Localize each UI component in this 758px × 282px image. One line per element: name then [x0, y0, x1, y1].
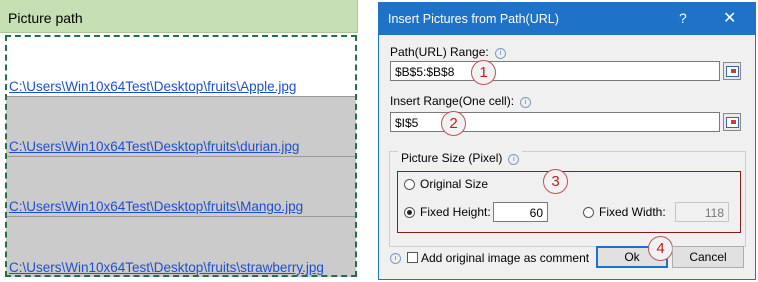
step-badge-1: 1 — [471, 60, 496, 85]
insert-range-label-text: Insert Range(One cell): — [390, 94, 515, 108]
range-select-icon[interactable] — [723, 113, 741, 131]
table-row[interactable]: C:\Users\Win10x64Test\Desktop\fruits\App… — [6, 35, 356, 97]
cancel-button[interactable]: Cancel — [672, 246, 744, 268]
column-header-label: Picture path — [8, 10, 83, 26]
picture-size-title-text: Picture Size (Pixel) — [401, 151, 503, 165]
fixed-width-input[interactable]: 118 — [675, 202, 729, 222]
range-select-icon[interactable] — [723, 62, 741, 80]
fixed-height-input[interactable]: 60 — [493, 202, 548, 222]
fixed-width-radio[interactable] — [583, 207, 594, 218]
path-range-input[interactable]: $B$5:$B$8 — [390, 61, 720, 81]
insert-pictures-dialog: Insert Pictures from Path(URL) ? ✕ Path(… — [378, 2, 756, 280]
table-row[interactable]: C:\Users\Win10x64Test\Desktop\fruits\dur… — [6, 97, 356, 157]
path-range-value: $B$5:$B$8 — [395, 65, 455, 79]
original-size-label: Original Size — [420, 177, 489, 191]
table-row[interactable]: C:\Users\Win10x64Test\Desktop\fruits\str… — [6, 217, 356, 277]
info-icon[interactable]: i — [508, 154, 520, 165]
close-button[interactable]: ✕ — [723, 8, 736, 28]
insert-range-input[interactable]: $I$5 — [390, 112, 720, 132]
picture-path-link[interactable]: C:\Users\Win10x64Test\Desktop\fruits\dur… — [9, 139, 299, 154]
fixed-height-label: Fixed Height: — [420, 205, 491, 219]
insert-range-value: $I$5 — [395, 116, 419, 130]
add-comment-checkbox[interactable] — [407, 252, 418, 263]
path-range-label: Path(URL) Range: i — [390, 45, 506, 59]
add-comment-label: Add original image as comment — [421, 251, 590, 265]
step-badge-4: 4 — [648, 236, 673, 261]
picture-path-link[interactable]: C:\Users\Win10x64Test\Desktop\fruits\Man… — [9, 199, 303, 214]
fixed-width-value: 118 — [704, 206, 724, 220]
help-button[interactable]: ? — [679, 10, 687, 26]
picture-path-link[interactable]: C:\Users\Win10x64Test\Desktop\fruits\str… — [9, 260, 324, 275]
fixed-width-label: Fixed Width: — [599, 205, 666, 219]
step-badge-2: 2 — [441, 111, 466, 136]
dialog-titlebar[interactable]: Insert Pictures from Path(URL) ? ✕ — [379, 3, 755, 35]
fixed-height-value: 60 — [529, 206, 543, 220]
step-badge-3: 3 — [543, 169, 568, 194]
path-range-label-text: Path(URL) Range: — [390, 45, 489, 59]
info-icon[interactable]: i — [494, 48, 506, 59]
fixed-height-radio[interactable] — [404, 207, 415, 218]
original-size-radio[interactable] — [404, 179, 415, 190]
table-row[interactable]: C:\Users\Win10x64Test\Desktop\fruits\Man… — [6, 157, 356, 217]
info-icon[interactable]: i — [390, 253, 401, 264]
picture-size-title: Picture Size (Pixel) i — [398, 151, 523, 165]
dialog-title: Insert Pictures from Path(URL) — [388, 12, 559, 26]
spreadsheet: Picture path C:\Users\Win10x64Test\Deskt… — [0, 0, 372, 282]
info-icon[interactable]: i — [520, 97, 532, 108]
insert-range-label: Insert Range(One cell): i — [390, 94, 532, 108]
column-header-cell[interactable]: Picture path — [0, 0, 358, 33]
picture-path-link[interactable]: C:\Users\Win10x64Test\Desktop\fruits\App… — [9, 79, 296, 94]
